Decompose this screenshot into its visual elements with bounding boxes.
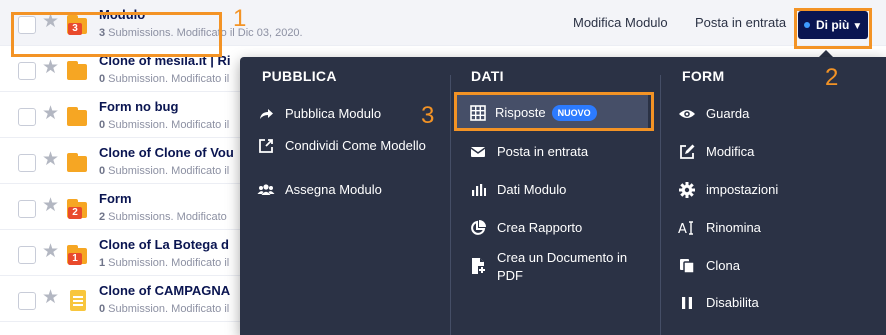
share-arrow-icon [260, 109, 273, 119]
document-form-icon [67, 290, 87, 312]
form-meta: 1 Submission. Modificato il [99, 257, 230, 269]
form-meta: 0 Submission. Modificato il [99, 119, 230, 131]
form-title[interactable]: Clone of La Botega d [99, 237, 229, 252]
menu-item-assign-form[interactable]: Assegna Modulo [257, 181, 437, 201]
menu-item-create-report[interactable]: Crea Rapporto [469, 219, 649, 239]
publish-heading: PUBBLICA [262, 68, 337, 84]
pencil-icon [680, 144, 695, 159]
copy-icon [680, 259, 695, 274]
annotation-box-2 [794, 8, 872, 49]
row-checkbox[interactable] [18, 292, 36, 310]
row-checkbox[interactable] [18, 62, 36, 80]
menu-item-form-data[interactable]: Dati Modulo [469, 181, 649, 201]
star-icon[interactable]: ★ [42, 104, 59, 124]
bar-chart-icon [472, 184, 486, 196]
form-title[interactable]: Form [99, 191, 132, 206]
users-icon [257, 184, 275, 195]
annotation-number-2: 2 [825, 64, 839, 91]
form-heading: FORM [682, 68, 725, 84]
folder-form-icon: 2 [67, 198, 87, 220]
submission-count-badge: 2 [68, 207, 82, 219]
edit-form-button[interactable]: Modifica Modulo [573, 0, 668, 46]
folder-form-icon: 1 [67, 244, 87, 266]
menu-item-clone[interactable]: Clona [678, 257, 858, 277]
menu-item-publish-form[interactable]: Pubblica Modulo [257, 105, 437, 125]
folder-form-icon [67, 106, 87, 128]
star-icon[interactable]: ★ [42, 150, 59, 170]
row-checkbox[interactable] [18, 246, 36, 264]
row-checkbox[interactable] [18, 154, 36, 172]
menu-item-rename[interactable]: A Rinomina [678, 219, 858, 239]
annotation-number-1: 1 [233, 5, 247, 32]
row-checkbox[interactable] [18, 108, 36, 126]
form-meta: 0 Submission. Modificato il [99, 165, 230, 177]
submission-count-badge: 1 [68, 253, 82, 265]
menu-item-inbox[interactable]: Posta in entrata [469, 143, 649, 163]
data-heading: DATI [471, 68, 504, 84]
form-title[interactable]: Clone of Clone of Vou [99, 145, 234, 160]
report-pie-icon [471, 220, 486, 235]
envelope-icon [470, 147, 486, 157]
menu-item-settings[interactable]: impostazioni [678, 181, 858, 201]
pdf-document-icon [472, 258, 486, 274]
publish-column: PUBBLICA Pubblica Modulo Condividi Come … [240, 57, 450, 335]
menu-item-create-pdf[interactable]: Crea un Documento in PDF [469, 249, 649, 285]
menu-item-view[interactable]: Guarda [678, 105, 858, 125]
folder-form-icon [67, 60, 87, 82]
star-icon[interactable]: ★ [42, 196, 59, 216]
gear-icon [679, 182, 695, 198]
share-box-icon [259, 139, 273, 153]
star-icon[interactable]: ★ [42, 288, 59, 308]
folder-form-icon [67, 152, 87, 174]
form-meta: 0 Submission. Modificato il [99, 303, 230, 315]
star-icon[interactable]: ★ [42, 58, 59, 78]
menu-item-edit[interactable]: Modifica [678, 143, 858, 163]
menu-item-share-template[interactable]: Condividi Come Modello [257, 137, 437, 173]
svg-text:A: A [678, 222, 687, 237]
annotation-box-1 [11, 12, 222, 57]
star-icon[interactable]: ★ [42, 242, 59, 262]
form-meta: 2 Submissions. Modificato [99, 211, 227, 223]
annotation-number-3: 3 [421, 102, 435, 129]
eye-icon [679, 110, 695, 118]
annotation-box-3 [454, 92, 654, 131]
form-title[interactable]: Clone of CAMPAGNA [99, 283, 230, 298]
pause-icon [682, 297, 692, 309]
inbox-button[interactable]: Posta in entrata [695, 0, 786, 46]
row-checkbox[interactable] [18, 200, 36, 218]
form-meta: 0 Submission. Modificato il [99, 73, 230, 85]
form-column: FORM Guarda Modifica impostazioni A Rino… [661, 57, 886, 335]
menu-item-disable[interactable]: Disabilita [678, 294, 858, 314]
rename-text-icon: A [678, 221, 693, 237]
form-title[interactable]: Form no bug [99, 99, 178, 114]
